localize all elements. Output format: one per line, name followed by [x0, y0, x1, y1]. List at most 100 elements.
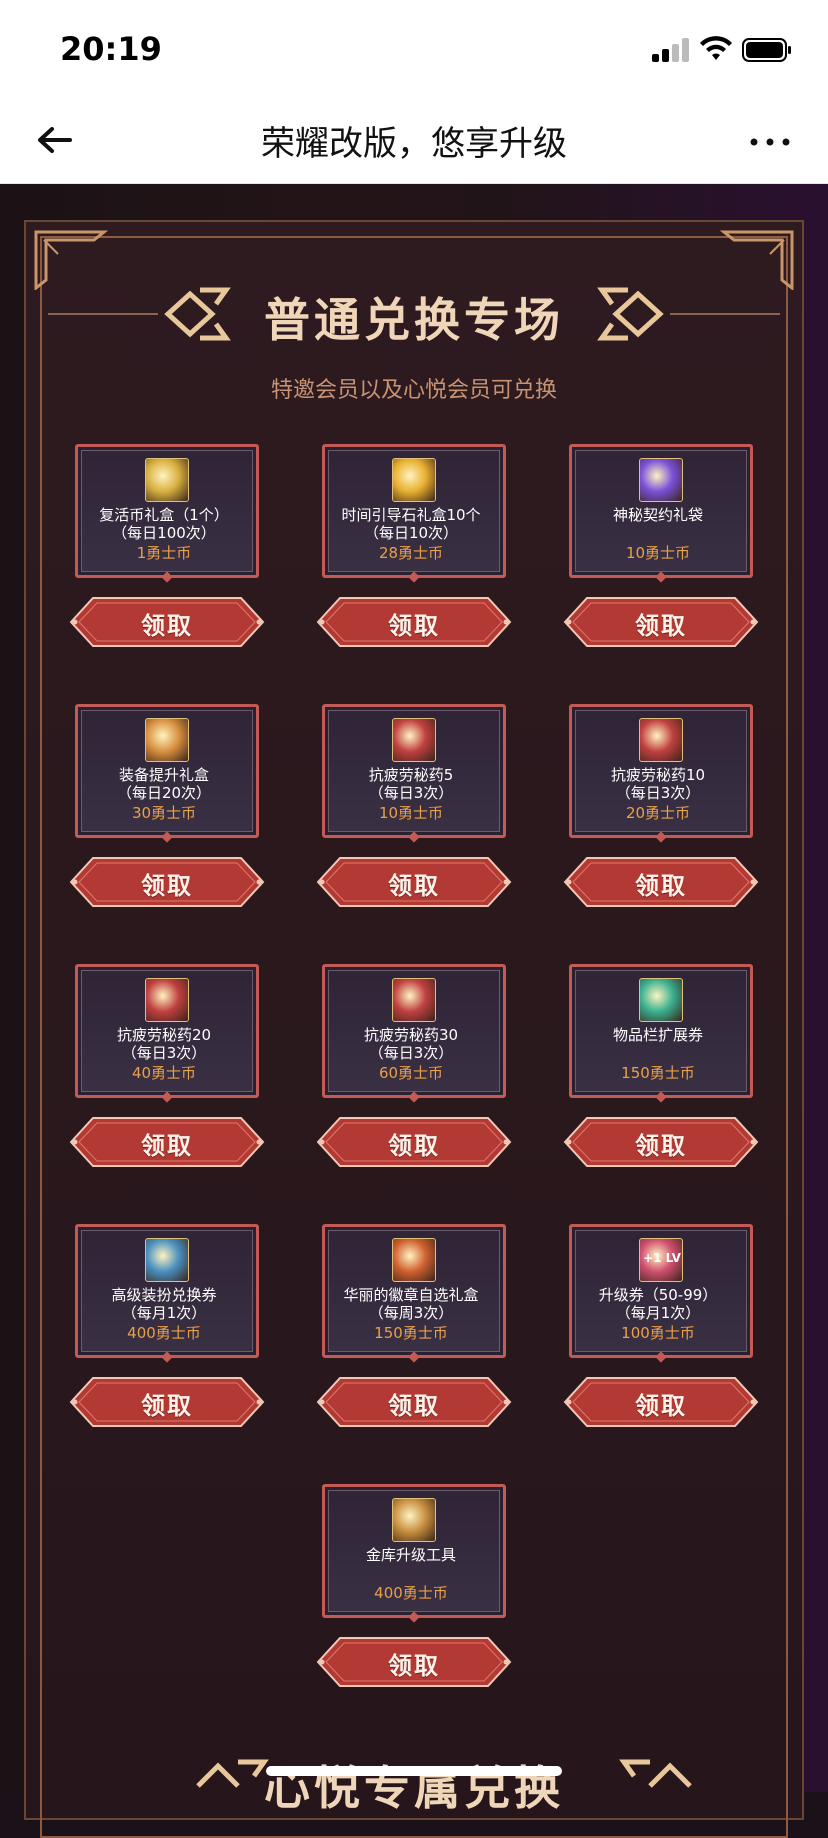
exchange-item: 抗疲劳秘药30 （每日3次） 60勇士币	[322, 964, 506, 1098]
item-cost: 100勇士币	[621, 1324, 695, 1342]
claim-button[interactable]: 领取	[67, 594, 267, 650]
exchange-item: 华丽的徽章自选礼盒 （每周3次） 150勇士币	[322, 1224, 506, 1358]
item-cost: 30勇士币	[131, 804, 197, 822]
level-up-ticket-icon: +1 LV	[639, 1238, 683, 1282]
item-cost: 60勇士币	[378, 1064, 444, 1082]
claim-button-label: 领取	[141, 612, 193, 640]
item-name: 时间引导石礼盒10个	[341, 506, 481, 524]
claim-button-label: 领取	[635, 1392, 687, 1420]
vault-upgrade-icon	[392, 1498, 436, 1542]
claim-button[interactable]: 领取	[561, 854, 761, 910]
item-limit: （每日3次）	[368, 1044, 454, 1062]
potion-icon	[392, 978, 436, 1022]
item-limit: （每月1次）	[615, 1304, 701, 1322]
item-cost: 400勇士币	[374, 1584, 448, 1602]
exchange-item: 抗疲劳秘药20 （每日3次） 40勇士币	[75, 964, 259, 1098]
emblem-box-icon	[392, 1238, 436, 1282]
claim-button[interactable]: 领取	[314, 1374, 514, 1430]
claim-button[interactable]: 领取	[314, 594, 514, 650]
item-cost: 150勇士币	[621, 1064, 695, 1082]
claim-button-label: 领取	[141, 1132, 193, 1160]
item-badge: +1 LV	[643, 1251, 681, 1265]
status-bar: 20:19	[0, 0, 828, 96]
item-cost: 1勇士币	[136, 544, 192, 562]
item-limit: （每日20次）	[116, 784, 212, 802]
claim-button[interactable]: 领取	[314, 1114, 514, 1170]
item-cost: 28勇士币	[378, 544, 444, 562]
coin-box-icon	[145, 458, 189, 502]
exchange-item: 时间引导石礼盒10个 （每日10次） 28勇士币	[322, 444, 506, 578]
exchange-item: 装备提升礼盒 （每日20次） 30勇士币	[75, 704, 259, 838]
wifi-icon	[700, 36, 732, 60]
signal-icon	[652, 38, 690, 62]
item-cost: 20勇士币	[625, 804, 691, 822]
item-name: 抗疲劳秘药30	[363, 1026, 459, 1044]
potion-icon	[639, 718, 683, 762]
claim-button-label: 领取	[635, 1132, 687, 1160]
inventory-ticket-icon	[639, 978, 683, 1022]
item-limit: （每月1次）	[121, 1304, 207, 1322]
claim-button-label: 领取	[388, 1392, 440, 1420]
claim-button-label: 领取	[388, 612, 440, 640]
corner-ornament-icon	[34, 230, 109, 290]
exchange-item: 抗疲劳秘药5 （每日3次） 10勇士币	[322, 704, 506, 838]
corner-ornament-icon	[719, 230, 794, 290]
section-title: 普通兑换专场	[264, 293, 564, 347]
item-name: 抗疲劳秘药20	[116, 1026, 212, 1044]
claim-button[interactable]: 领取	[561, 1114, 761, 1170]
claim-button[interactable]: 领取	[561, 1374, 761, 1430]
claim-button[interactable]: 领取	[67, 1114, 267, 1170]
item-cost: 150勇士币	[374, 1324, 448, 1342]
exchange-item: 抗疲劳秘药10 （每日3次） 20勇士币	[569, 704, 753, 838]
item-cost: 400勇士币	[127, 1324, 201, 1342]
item-name: 金库升级工具	[365, 1546, 456, 1564]
claim-button[interactable]: 领取	[561, 594, 761, 650]
item-name: 升级券（50-99）	[598, 1286, 718, 1304]
item-name: 神秘契约礼袋	[612, 506, 703, 524]
item-name: 抗疲劳秘药10	[610, 766, 706, 784]
item-limit: （每周3次）	[368, 1304, 454, 1322]
claim-button-label: 领取	[388, 872, 440, 900]
item-name: 高级装扮兑换券	[111, 1286, 217, 1304]
exchange-item: 神秘契约礼袋 10勇士币	[569, 444, 753, 578]
mystery-bag-icon	[639, 458, 683, 502]
title-ornament-right-icon	[619, 1759, 692, 1788]
claim-button[interactable]: 领取	[314, 1634, 514, 1690]
home-indicator	[266, 1766, 562, 1776]
potion-icon	[145, 978, 189, 1022]
exchange-item: 物品栏扩展券 150勇士币	[569, 964, 753, 1098]
claim-button[interactable]: 领取	[67, 1374, 267, 1430]
item-limit: （每日3次）	[121, 1044, 207, 1062]
claim-button-label: 领取	[635, 872, 687, 900]
claim-button-label: 领取	[388, 1652, 440, 1680]
item-name: 华丽的徽章自选礼盒	[343, 1286, 479, 1304]
item-limit: （每日10次）	[363, 524, 459, 542]
exchange-item: 复活币礼盒（1个） （每日100次） 1勇士币	[75, 444, 259, 578]
claim-button-label: 领取	[141, 872, 193, 900]
item-cost: 40勇士币	[131, 1064, 197, 1082]
item-limit: （每日3次）	[368, 784, 454, 802]
item-limit: （每日100次）	[112, 524, 216, 542]
item-name: 复活币礼盒（1个）	[99, 506, 229, 524]
item-name: 物品栏扩展券	[612, 1026, 703, 1044]
claim-button[interactable]: 领取	[67, 854, 267, 910]
status-time: 20:19	[60, 30, 162, 68]
page-title: 荣耀改版，悠享升级	[261, 124, 567, 164]
upgrade-box-icon	[145, 718, 189, 762]
claim-button-label: 领取	[635, 612, 687, 640]
more-icon[interactable]	[748, 122, 792, 158]
claim-button[interactable]: 领取	[314, 854, 514, 910]
item-limit: （每日3次）	[615, 784, 701, 802]
item-name: 抗疲劳秘药5	[368, 766, 454, 784]
battery-icon	[742, 38, 791, 62]
next-section-title: 心悦专属兑换	[264, 1761, 564, 1815]
guide-stone-box-icon	[392, 458, 436, 502]
item-cost: 10勇士币	[625, 544, 691, 562]
section-subtitle: 特邀会员以及心悦会员可兑换	[270, 378, 557, 403]
exchange-item: +1 LV 升级券（50-99） （每月1次） 100勇士币	[569, 1224, 753, 1358]
avatar-ticket-icon	[145, 1238, 189, 1282]
claim-button-label: 领取	[388, 1132, 440, 1160]
item-cost: 10勇士币	[378, 804, 444, 822]
exchange-item: 高级装扮兑换券 （每月1次） 400勇士币	[75, 1224, 259, 1358]
item-name: 装备提升礼盒	[118, 766, 209, 784]
